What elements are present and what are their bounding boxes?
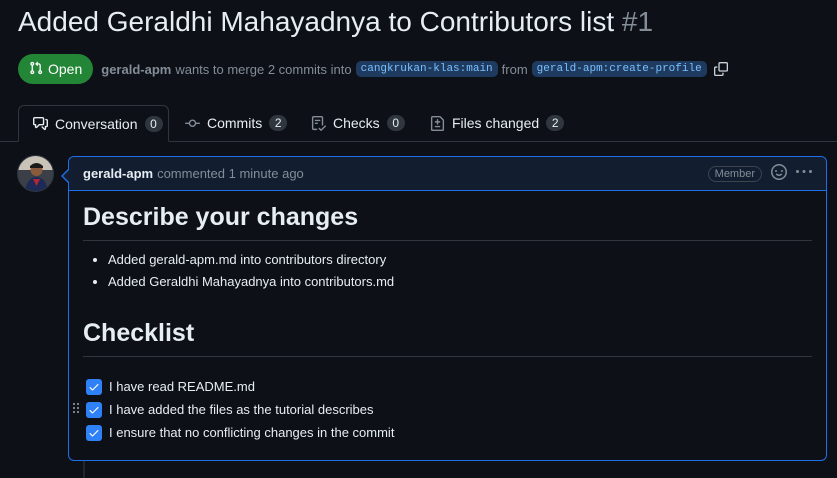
smiley-icon[interactable] xyxy=(771,164,787,183)
comment-timestamp[interactable]: commented 1 minute ago xyxy=(157,166,304,181)
comment-discussion-icon xyxy=(33,116,48,131)
merge-text: wants to merge 2 commits into xyxy=(175,61,352,77)
task-checkbox[interactable] xyxy=(86,401,102,418)
task-list: I have read README.md I have added the f… xyxy=(72,375,394,444)
tab-commits[interactable]: Commits 2 xyxy=(171,105,301,141)
task-item: I ensure that no conflicting changes in … xyxy=(86,421,394,444)
copy-icon[interactable] xyxy=(713,62,728,76)
kebab-horizontal-icon[interactable] xyxy=(796,164,812,183)
base-branch[interactable]: cangkrukan-klas:main xyxy=(355,61,498,77)
tab-files-changed-label: Files changed xyxy=(452,115,540,131)
tab-checks-label: Checks xyxy=(333,115,380,131)
tab-files-changed-count: 2 xyxy=(546,115,565,131)
pr-author-link[interactable]: gerald-apm xyxy=(101,62,171,77)
tab-commits-label: Commits xyxy=(207,115,263,131)
task-label: I ensure that no conflicting changes in … xyxy=(109,425,395,440)
state-badge: Open xyxy=(18,54,94,84)
list-item: Added Geraldhi Mahayadnya into contribut… xyxy=(108,275,394,289)
git-pull-request-icon xyxy=(29,61,43,78)
tab-conversation-count: 0 xyxy=(144,115,163,132)
checklist-icon xyxy=(311,115,326,131)
task-checkbox[interactable] xyxy=(86,424,102,441)
changes-list: Added gerald-apm.md into contributors di… xyxy=(83,253,394,297)
heading-describe-changes: Describe your changes xyxy=(83,203,812,241)
comment-header: gerald-apm commented 1 minute ago Member xyxy=(69,157,826,191)
git-commit-icon xyxy=(185,116,200,131)
heading-checklist: Checklist xyxy=(83,319,812,357)
task-item: I have added the files as the tutorial d… xyxy=(72,398,394,421)
avatar[interactable] xyxy=(17,155,54,192)
merge-description: gerald-apm wants to merge 2 commits into… xyxy=(101,61,728,77)
file-diff-icon xyxy=(430,115,445,131)
comment-box: gerald-apm commented 1 minute ago Member… xyxy=(61,156,827,461)
pr-meta: Open gerald-apm wants to merge 2 commits… xyxy=(18,54,728,84)
pr-title-text: Added Geraldhi Mahayadnya to Contributor… xyxy=(18,6,615,37)
task-item: I have read README.md xyxy=(86,375,394,398)
tab-files-changed[interactable]: Files changed 2 xyxy=(416,105,578,141)
tab-checks-count: 0 xyxy=(386,115,405,131)
comment-author[interactable]: gerald-apm xyxy=(83,166,153,181)
from-text: from xyxy=(501,61,528,77)
tab-conversation[interactable]: Conversation 0 xyxy=(18,105,169,142)
pr-title: Added Geraldhi Mahayadnya to Contributor… xyxy=(18,6,653,38)
task-label: I have added the files as the tutorial d… xyxy=(109,402,374,417)
pr-number: #1 xyxy=(621,6,654,37)
tab-commits-count: 2 xyxy=(269,115,288,131)
timeline-line xyxy=(83,460,85,478)
task-label: I have read README.md xyxy=(109,379,255,394)
tab-checks[interactable]: Checks 0 xyxy=(297,105,419,141)
state-label: Open xyxy=(48,61,83,77)
head-branch[interactable]: gerald-apm:create-profile xyxy=(531,61,707,77)
drag-handle-icon[interactable] xyxy=(72,402,80,419)
comment-actions: Member xyxy=(707,164,812,183)
list-item: Added gerald-apm.md into contributors di… xyxy=(108,253,394,267)
pr-tabs: Conversation 0 Commits 2 Checks 0 Files … xyxy=(0,105,837,142)
tab-conversation-label: Conversation xyxy=(55,115,138,132)
member-badge: Member xyxy=(707,165,762,182)
task-checkbox[interactable] xyxy=(86,378,102,395)
